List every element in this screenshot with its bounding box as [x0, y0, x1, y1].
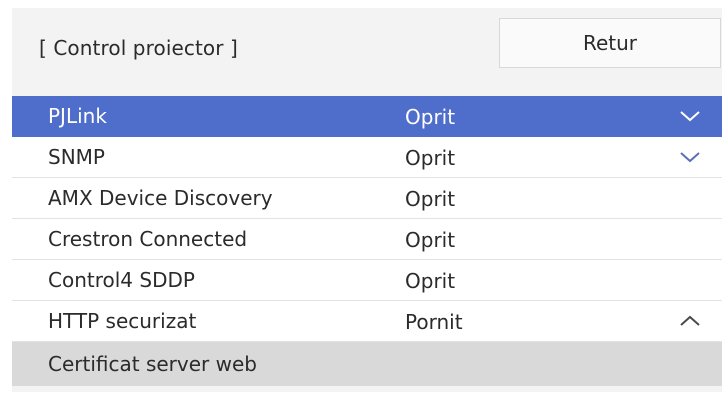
- setting-label: AMX Device Discovery: [48, 186, 273, 210]
- setting-row-pjlink[interactable]: PJLink Oprit: [12, 96, 722, 137]
- setting-label: Crestron Connected: [48, 227, 248, 251]
- setting-value: Pornit: [405, 310, 463, 334]
- setting-label: Certificat server web: [48, 352, 257, 376]
- setting-value: Oprit: [405, 228, 456, 252]
- setting-value: Oprit: [405, 187, 456, 211]
- setting-value: Oprit: [405, 105, 456, 129]
- chevron-up-icon: [679, 314, 701, 328]
- setting-row-amx-device-discovery[interactable]: AMX Device Discovery Oprit: [12, 178, 722, 219]
- setting-row-snmp[interactable]: SNMP Oprit: [12, 137, 722, 178]
- setting-label: PJLink: [48, 104, 107, 128]
- setting-value: Oprit: [405, 269, 456, 293]
- panel-header: [ Control proiector ] Retur: [12, 8, 722, 96]
- setting-row-crestron-connected[interactable]: Crestron Connected Oprit: [12, 219, 722, 260]
- setting-row-web-server-certificate[interactable]: Certificat server web: [12, 342, 722, 386]
- back-button[interactable]: Retur: [499, 18, 721, 68]
- setting-label: Control4 SDDP: [48, 268, 195, 292]
- settings-list: PJLink Oprit SNMP Oprit AMX Device Disco…: [12, 96, 722, 386]
- chevron-down-icon: [679, 150, 701, 164]
- setting-value: Oprit: [405, 146, 456, 170]
- setting-label: HTTP securizat: [48, 309, 197, 333]
- setting-row-http-securizat[interactable]: HTTP securizat Pornit: [12, 301, 722, 342]
- page-title: [ Control proiector ]: [39, 36, 238, 60]
- projector-control-panel: [ Control proiector ] Retur PJLink Oprit…: [12, 8, 722, 392]
- chevron-down-icon: [679, 109, 701, 123]
- setting-label: SNMP: [48, 145, 105, 169]
- setting-row-control4-sddp[interactable]: Control4 SDDP Oprit: [12, 260, 722, 301]
